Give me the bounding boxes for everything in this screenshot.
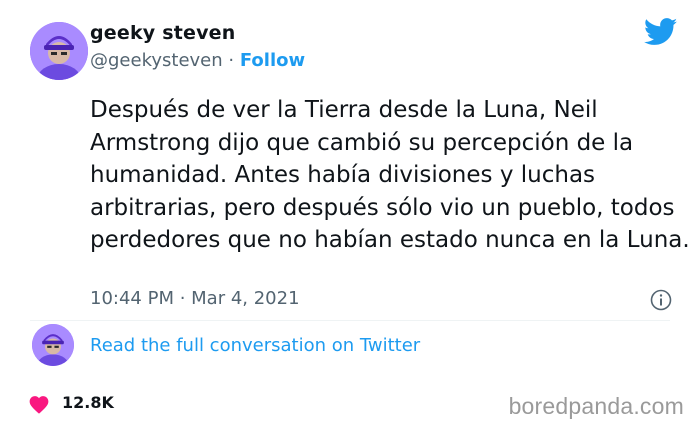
heart-icon[interactable] (28, 394, 50, 414)
conversation-avatar[interactable] (32, 324, 74, 366)
tweet-text: Después de ver la Tierra desde la Luna, … (90, 97, 690, 254)
like-count: 12.8K (62, 393, 114, 412)
follow-button[interactable]: Follow (240, 50, 305, 71)
avatar[interactable] (30, 22, 88, 80)
handle-separator: · (228, 50, 240, 71)
tweet-timestamp[interactable]: 10:44 PM · Mar 4, 2021 (90, 288, 300, 309)
watermark: boredpanda.com (508, 393, 684, 419)
author-display-name[interactable]: geeky steven (90, 22, 236, 44)
read-full-conversation-link[interactable]: Read the full conversation on Twitter (90, 335, 420, 356)
info-icon[interactable] (650, 289, 672, 311)
avatar-icon (32, 324, 74, 366)
divider (30, 320, 670, 321)
avatar-icon (30, 22, 88, 80)
twitter-bird-icon[interactable] (644, 18, 678, 46)
author-handle[interactable]: @geekysteven (90, 50, 223, 71)
author-handle-row: @geekysteven · Follow (90, 50, 305, 71)
